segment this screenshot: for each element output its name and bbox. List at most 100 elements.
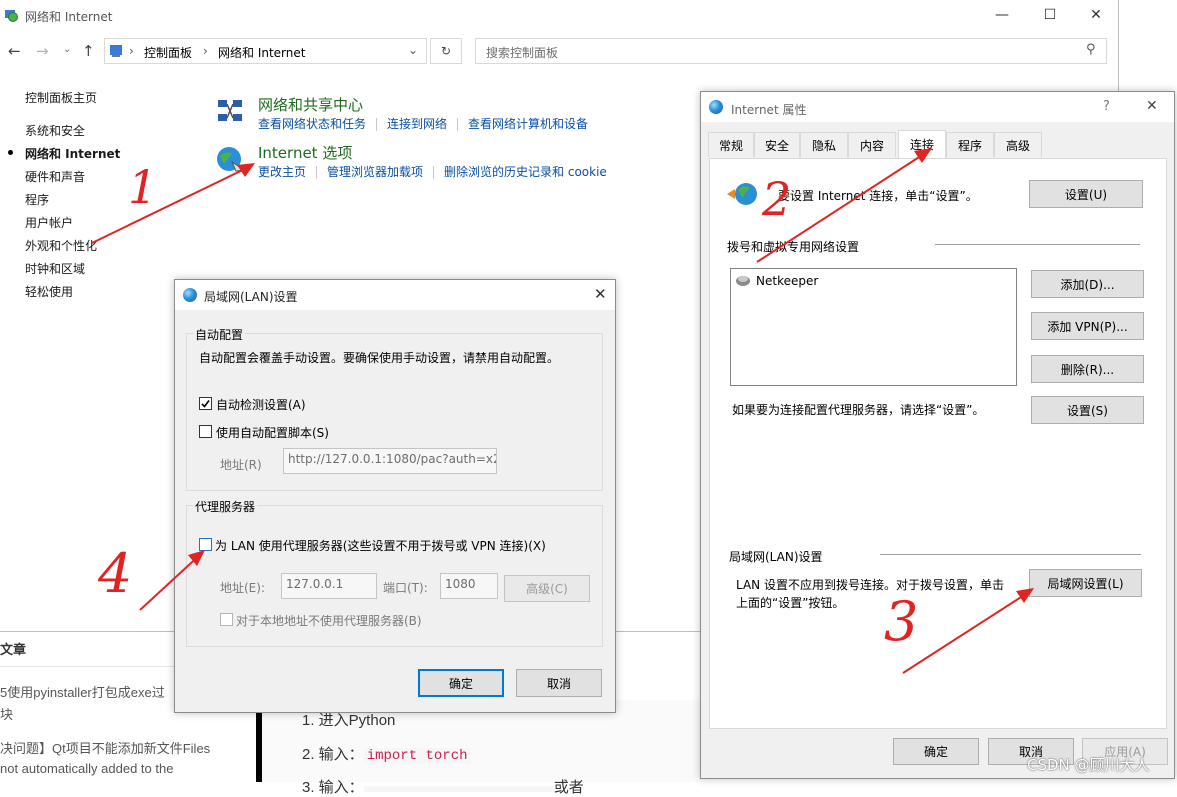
annotation-number: 3 xyxy=(884,590,919,653)
link-network-status[interactable]: 查看网络状态和任务 xyxy=(258,117,366,131)
close-icon[interactable]: ✕ xyxy=(594,285,607,303)
setup-wizard-icon xyxy=(726,180,760,208)
internet-globe-icon xyxy=(183,288,197,302)
tab-advanced[interactable]: 高级 xyxy=(994,132,1042,157)
sidebar-item-users[interactable]: 用户帐户 xyxy=(25,214,73,231)
blog-step: 2. 输入： import torch xyxy=(302,743,471,764)
remove-button[interactable]: 删除(R)... xyxy=(1031,355,1144,383)
breadcrumb-separator-icon: › xyxy=(129,44,134,58)
tab-privacy[interactable]: 隐私 xyxy=(800,132,848,157)
active-indicator-icon xyxy=(8,150,13,155)
code-snippet xyxy=(363,786,554,792)
tab-general[interactable]: 常规 xyxy=(708,132,754,157)
blog-step-label: 2. 输入： xyxy=(302,746,364,763)
script-address-label: 地址(R) xyxy=(220,458,262,472)
lan-ok-button[interactable]: 确定 xyxy=(418,669,504,697)
use-proxy-checkbox[interactable] xyxy=(199,538,212,551)
breadcrumb-item[interactable]: 网络和 Internet xyxy=(218,44,305,61)
search-input[interactable]: 搜索控制面板 ⚲ xyxy=(475,38,1107,64)
back-arrow-icon[interactable]: ← xyxy=(8,42,21,60)
blog-sidebar-item[interactable]: 决问题】Qt项目不能添加新文件Files xyxy=(0,738,210,757)
separator xyxy=(457,118,459,131)
advanced-button[interactable]: 高级(C) xyxy=(504,575,590,602)
auto-config-description: 自动配置会覆盖手动设置。要确保使用手动设置，请禁用自动配置。 xyxy=(199,351,560,365)
blog-sidebar-item[interactable]: 块 xyxy=(0,704,13,723)
network-sharing-icon xyxy=(214,96,246,128)
forward-arrow-icon[interactable]: → xyxy=(36,42,49,60)
internet-options-title[interactable]: Internet 选项 xyxy=(258,142,352,163)
lan-cancel-button[interactable]: 取消 xyxy=(516,669,602,697)
breadcrumb-item[interactable]: 控制面板 xyxy=(144,44,192,61)
blog-sidebar-item[interactable]: 5使用pyinstaller打包成exe过 xyxy=(0,682,165,701)
dialog-title: 局域网(LAN)设置 xyxy=(204,290,298,304)
separator xyxy=(376,118,378,131)
link-connect-network[interactable]: 连接到网络 xyxy=(387,117,447,131)
breadcrumb-separator-icon: › xyxy=(203,44,208,58)
sidebar-item-programs[interactable]: 程序 xyxy=(25,191,49,208)
connections-list[interactable]: Netkeeper xyxy=(730,268,1017,386)
link-network-computers[interactable]: 查看网络计算机和设备 xyxy=(468,117,588,131)
annotation-number: 1 xyxy=(128,160,158,214)
link-delete-history[interactable]: 删除浏览的历史记录和 cookie xyxy=(444,165,607,179)
search-icon[interactable]: ⚲ xyxy=(1086,42,1096,57)
network-sharing-links: 查看网络状态和任务 连接到网络 查看网络计算机和设备 xyxy=(258,115,588,132)
connection-item[interactable]: Netkeeper xyxy=(756,274,818,288)
link-change-homepage[interactable]: 更改主页 xyxy=(258,165,306,179)
add-vpn-button[interactable]: 添加 VPN(P)... xyxy=(1031,312,1144,340)
maximize-button[interactable]: ☐ xyxy=(1027,0,1073,30)
sidebar-item-accessibility[interactable]: 轻松使用 xyxy=(25,283,73,300)
use-script-label[interactable]: 使用自动配置脚本(S) xyxy=(216,424,329,441)
search-placeholder: 搜索控制面板 xyxy=(486,46,559,60)
auto-config-group-label: 自动配置 xyxy=(193,326,246,343)
sidebar-item-security[interactable]: 系统和安全 xyxy=(25,122,85,139)
up-arrow-icon[interactable]: ↑ xyxy=(82,42,95,60)
lan-settings-button[interactable]: 局域网设置(L) xyxy=(1029,569,1142,597)
internet-options-icon xyxy=(214,144,246,176)
setup-button[interactable]: 设置(U) xyxy=(1029,180,1143,208)
watermark: CSDN @顾川大人 xyxy=(1027,756,1150,774)
auto-detect-checkbox[interactable] xyxy=(199,397,212,410)
network-sharing-center-title[interactable]: 网络和共享中心 xyxy=(258,94,363,115)
refresh-button[interactable]: ↻ xyxy=(430,38,462,64)
tab-content[interactable]: 内容 xyxy=(848,132,896,157)
lan-section-header: 局域网(LAN)设置 xyxy=(729,550,823,564)
link-manage-addons[interactable]: 管理浏览器加载项 xyxy=(327,165,423,179)
blog-sidebar-item[interactable]: not automatically added to the xyxy=(0,761,173,776)
setup-text: 要设置 Internet 连接，单击“设置”。 xyxy=(778,189,978,203)
tab-connections[interactable]: 连接 xyxy=(898,130,946,158)
sidebar-item-clock[interactable]: 时钟和区域 xyxy=(25,260,85,277)
tab-programs[interactable]: 程序 xyxy=(946,132,994,157)
proxy-address-field[interactable]: 127.0.0.1 xyxy=(281,573,377,599)
script-address-field[interactable]: http://127.0.0.1:1080/pac?auth=x2s8 xyxy=(283,448,497,474)
control-panel-icon xyxy=(109,44,123,58)
blog-sidebar-heading: 文章 xyxy=(0,642,27,657)
code-snippet: import torch xyxy=(363,748,471,764)
dialup-connection-icon xyxy=(735,274,751,286)
auto-detect-label[interactable]: 自动检测设置(A) xyxy=(216,396,306,413)
separator xyxy=(433,166,435,179)
port-field[interactable]: 1080 xyxy=(440,573,498,599)
chevron-down-icon[interactable]: ⌄ xyxy=(408,43,418,57)
add-button[interactable]: 添加(D)... xyxy=(1031,270,1144,298)
sidebar-home[interactable]: 控制面板主页 xyxy=(25,89,97,106)
bypass-local-label[interactable]: 对于本地地址不使用代理服务器(B) xyxy=(236,612,422,629)
minimize-button[interactable]: — xyxy=(979,0,1025,30)
proxy-hint-text: 如果要为连接配置代理服务器，请选择“设置”。 xyxy=(732,403,985,417)
settings-button[interactable]: 设置(S) xyxy=(1031,396,1144,424)
sidebar-item-network[interactable]: 网络和 Internet xyxy=(25,145,120,162)
sidebar-item-appearance[interactable]: 外观和个性化 xyxy=(25,237,97,254)
sidebar-item-hardware[interactable]: 硬件和声音 xyxy=(25,168,85,185)
port-label: 端口(T): xyxy=(383,581,428,595)
chevron-down-icon[interactable]: ⌄ xyxy=(63,44,71,55)
annotation-number: 4 xyxy=(98,542,133,605)
separator xyxy=(316,166,318,179)
ok-button[interactable]: 确定 xyxy=(893,738,979,765)
use-proxy-label[interactable]: 为 LAN 使用代理服务器(这些设置不用于拨号或 VPN 连接)(X) xyxy=(215,537,546,554)
tab-security[interactable]: 安全 xyxy=(754,132,800,157)
address-bar[interactable]: › 控制面板 › 网络和 Internet ⌄ xyxy=(104,38,427,64)
use-script-checkbox[interactable] xyxy=(199,425,212,438)
close-icon[interactable]: ✕ xyxy=(1146,98,1158,114)
bypass-local-checkbox[interactable] xyxy=(220,613,233,626)
close-button[interactable]: ✕ xyxy=(1073,0,1119,30)
help-button[interactable]: ? xyxy=(1103,99,1110,114)
